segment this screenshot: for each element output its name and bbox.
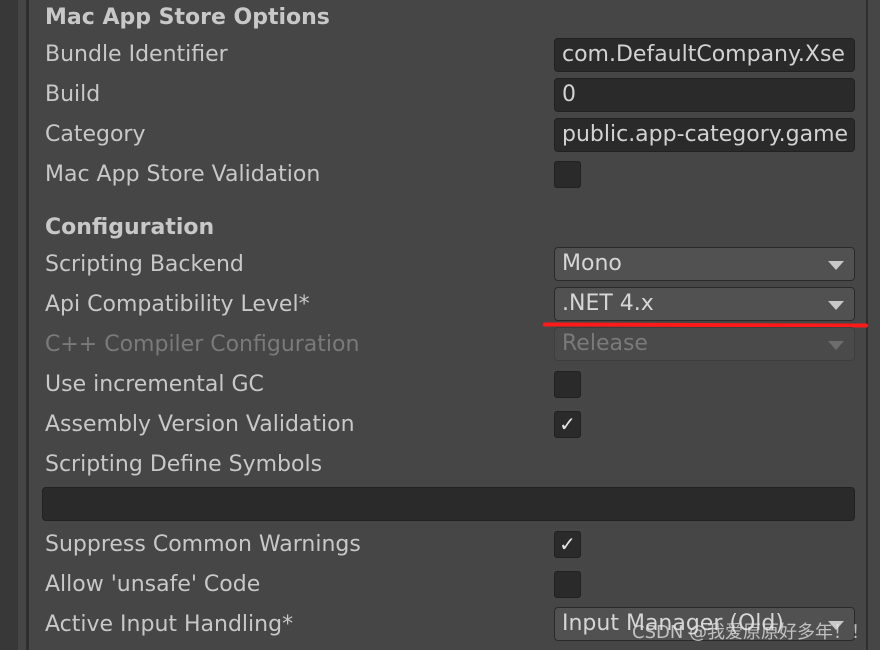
chevron-down-icon: [828, 261, 844, 270]
checkmark-icon: ✓: [559, 532, 576, 556]
scripting-define-symbols-label: Scripting Define Symbols: [45, 452, 323, 477]
scripting-backend-dropdown[interactable]: Mono: [554, 247, 855, 281]
cpp-compiler-label: C++ Compiler Configuration: [45, 332, 360, 357]
chevron-down-icon: [828, 301, 844, 310]
chevron-down-icon: [828, 341, 844, 350]
scripting-backend-label: Scripting Backend: [45, 252, 244, 277]
incremental-gc-checkbox[interactable]: [554, 371, 581, 398]
incremental-gc-label: Use incremental GC: [45, 372, 264, 397]
panel-divider: [26, 0, 29, 650]
allow-unsafe-label: Allow 'unsafe' Code: [45, 572, 261, 597]
assembly-validation-label: Assembly Version Validation: [45, 412, 355, 437]
api-compatibility-value: .NET 4.x: [562, 291, 654, 316]
category-input[interactable]: public.app-category.game: [554, 118, 855, 152]
allow-unsafe-checkbox[interactable]: [554, 571, 581, 598]
api-compatibility-dropdown[interactable]: .NET 4.x: [554, 287, 855, 321]
left-panel-strip: [0, 0, 18, 650]
mac-app-store-validation-checkbox[interactable]: [554, 161, 581, 188]
suppress-warnings-checkbox[interactable]: ✓: [554, 531, 581, 558]
bundle-identifier-label: Bundle Identifier: [45, 42, 228, 67]
checkmark-icon: ✓: [559, 412, 576, 436]
bundle-identifier-input[interactable]: com.DefaultCompany.Xse: [554, 38, 855, 72]
build-label: Build: [45, 82, 101, 107]
section-header-mac-app-store: Mac App Store Options: [45, 5, 330, 30]
api-compatibility-label: Api Compatibility Level*: [45, 292, 310, 317]
category-label: Category: [45, 122, 146, 147]
watermark: CSDN @我爱原原好多年！！: [632, 622, 870, 643]
cpp-compiler-dropdown: Release: [554, 327, 855, 361]
scripting-backend-value: Mono: [562, 251, 622, 276]
section-header-configuration: Configuration: [45, 215, 215, 240]
suppress-warnings-label: Suppress Common Warnings: [45, 532, 361, 557]
cpp-compiler-value: Release: [562, 331, 648, 356]
scripting-define-symbols-input[interactable]: [42, 487, 855, 521]
input-handling-label: Active Input Handling*: [45, 612, 294, 637]
assembly-validation-checkbox[interactable]: ✓: [554, 411, 581, 438]
mac-app-store-validation-label: Mac App Store Validation: [45, 162, 321, 187]
build-input[interactable]: 0: [554, 78, 855, 112]
